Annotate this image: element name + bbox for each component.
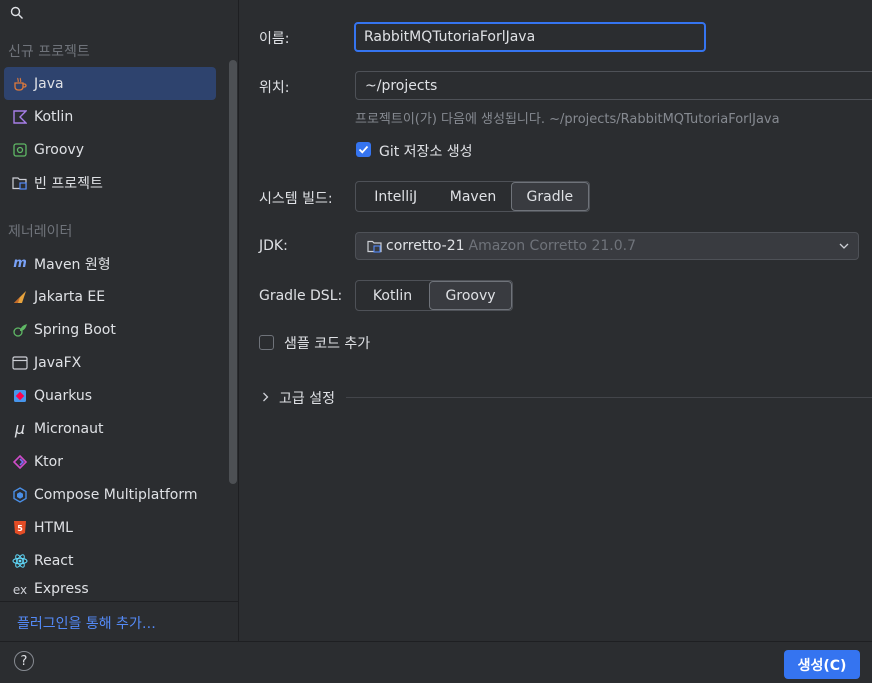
location-value: ~/projects bbox=[365, 77, 438, 94]
sidebar-item-label: Quarkus bbox=[34, 387, 93, 404]
sidebar-item-label: HTML bbox=[34, 519, 73, 536]
section-header-new-project: 신규 프로젝트 bbox=[8, 44, 90, 60]
sidebar-item-label: Java bbox=[34, 75, 64, 92]
sidebar-item-empty-project[interactable]: 빈 프로젝트 bbox=[4, 166, 216, 199]
sidebar-item-react[interactable]: React bbox=[4, 544, 216, 577]
sidebar-item-kotlin[interactable]: Kotlin bbox=[4, 100, 216, 133]
jdk-dropdown[interactable]: corretto-21 Amazon Corretto 21.0.7 bbox=[355, 232, 859, 260]
groovy-icon bbox=[11, 141, 29, 159]
build-option-gradle[interactable]: Gradle bbox=[510, 182, 589, 211]
sidebar-item-groovy[interactable]: Groovy bbox=[4, 133, 216, 166]
git-repo-label[interactable]: Git 저장소 생성 bbox=[379, 141, 473, 161]
jdk-name: corretto-21 bbox=[386, 238, 465, 254]
sidebar-item-jakarta-ee[interactable]: Jakarta EE bbox=[4, 280, 216, 313]
sidebar-item-micronaut[interactable]: μ Micronaut bbox=[4, 412, 216, 445]
compose-icon bbox=[11, 486, 29, 504]
sidebar-scrollbar[interactable] bbox=[229, 60, 237, 484]
checkmark-icon bbox=[358, 145, 369, 154]
maven-archetype-icon: m bbox=[13, 256, 27, 271]
jdk-folder-icon bbox=[367, 240, 382, 253]
express-icon: ex bbox=[12, 583, 28, 597]
advanced-settings-toggle[interactable]: 고급 설정 bbox=[279, 388, 335, 408]
sidebar-item-spring-boot[interactable]: Spring Boot bbox=[4, 313, 216, 346]
java-cup-icon bbox=[11, 75, 29, 93]
micronaut-icon: μ bbox=[14, 419, 26, 438]
location-label: 위치: bbox=[259, 80, 290, 96]
sidebar-item-maven-archetype[interactable]: m Maven 원형 bbox=[4, 247, 216, 280]
sidebar-item-label: Jakarta EE bbox=[34, 288, 106, 305]
sidebar-item-label: React bbox=[34, 552, 74, 569]
react-icon bbox=[11, 552, 29, 570]
project-name-field[interactable]: RabbitMQTutoriaForlJava bbox=[354, 22, 706, 52]
dialog-footer: ? 생성(C) bbox=[0, 641, 872, 683]
sidebar-item-compose-multiplatform[interactable]: Compose Multiplatform bbox=[4, 478, 216, 511]
advanced-settings-divider bbox=[346, 397, 872, 398]
empty-project-icon bbox=[11, 174, 29, 192]
sidebar-item-label: Ktor bbox=[34, 453, 63, 470]
add-via-plugins-label: 플러그인을 통해 추가… bbox=[17, 616, 156, 632]
javafx-icon bbox=[11, 354, 29, 372]
quarkus-icon bbox=[11, 387, 29, 405]
build-option-intellij[interactable]: IntelliJ bbox=[356, 182, 435, 211]
name-label: 이름: bbox=[259, 31, 290, 47]
build-option-maven[interactable]: Maven bbox=[435, 182, 510, 211]
html5-icon: 5 bbox=[11, 519, 29, 537]
sidebar-item-label: Express bbox=[34, 581, 89, 597]
sidebar-item-label: Compose Multiplatform bbox=[34, 486, 198, 503]
location-field[interactable]: ~/projects bbox=[355, 71, 872, 100]
sidebar-item-ktor[interactable]: Ktor bbox=[4, 445, 216, 478]
git-repo-checkbox[interactable] bbox=[356, 142, 371, 157]
kotlin-icon bbox=[11, 108, 29, 126]
section-header-generators: 제너레이터 bbox=[8, 224, 73, 240]
add-via-plugins-link[interactable]: 플러그인을 통해 추가… bbox=[0, 601, 238, 642]
search-icon[interactable] bbox=[10, 6, 24, 20]
location-hint: 프로젝트이(가) 다음에 생성됩니다. ~/projects/RabbitMQT… bbox=[355, 112, 780, 127]
sidebar-item-html[interactable]: 5 HTML bbox=[4, 511, 216, 544]
sidebar-item-quarkus[interactable]: Quarkus bbox=[4, 379, 216, 412]
dsl-option-kotlin[interactable]: Kotlin bbox=[356, 281, 429, 310]
sidebar-item-label: 빈 프로젝트 bbox=[34, 175, 103, 192]
help-button[interactable]: ? bbox=[14, 651, 34, 671]
sidebar-item-label: Groovy bbox=[34, 141, 84, 158]
project-name-value: RabbitMQTutoriaForlJava bbox=[364, 29, 536, 45]
gradle-dsl-selector: Kotlin Groovy bbox=[355, 280, 513, 311]
ktor-icon bbox=[11, 453, 29, 471]
jakarta-ee-icon bbox=[11, 288, 29, 306]
gradle-dsl-label: Gradle DSL: bbox=[259, 288, 343, 304]
sidebar-item-label: JavaFX bbox=[34, 354, 82, 371]
sidebar-item-javafx[interactable]: JavaFX bbox=[4, 346, 216, 379]
chevron-right-icon[interactable] bbox=[262, 392, 269, 402]
sidebar-search[interactable] bbox=[0, 0, 238, 28]
sample-code-label[interactable]: 샘플 코드 추가 bbox=[284, 333, 370, 353]
sidebar-item-express[interactable]: ex Express bbox=[4, 577, 216, 601]
sidebar-item-label: Spring Boot bbox=[34, 321, 116, 338]
svg-text:5: 5 bbox=[17, 524, 23, 533]
build-system-label: 시스템 빌드: bbox=[259, 191, 333, 207]
chevron-down-icon bbox=[839, 243, 849, 249]
jdk-detail: Amazon Corretto 21.0.7 bbox=[468, 238, 636, 254]
create-button[interactable]: 생성(C) bbox=[784, 650, 860, 679]
spring-boot-icon bbox=[11, 321, 29, 339]
dsl-option-groovy[interactable]: Groovy bbox=[429, 281, 512, 310]
sidebar-item-java[interactable]: Java bbox=[4, 67, 216, 100]
sidebar-item-label: Kotlin bbox=[34, 108, 74, 125]
jdk-label: JDK: bbox=[259, 238, 288, 254]
build-system-selector: IntelliJ Maven Gradle bbox=[355, 181, 590, 212]
project-settings-panel: 이름: RabbitMQTutoriaForlJava 위치: ~/projec… bbox=[239, 0, 872, 641]
sidebar-item-label: Maven 원형 bbox=[34, 256, 111, 273]
sidebar-item-label: Micronaut bbox=[34, 420, 104, 437]
sample-code-checkbox[interactable] bbox=[259, 335, 274, 350]
project-type-sidebar: 신규 프로젝트 Java Kotlin Groovy 빈 프로젝트 제너레이터 … bbox=[0, 0, 239, 641]
